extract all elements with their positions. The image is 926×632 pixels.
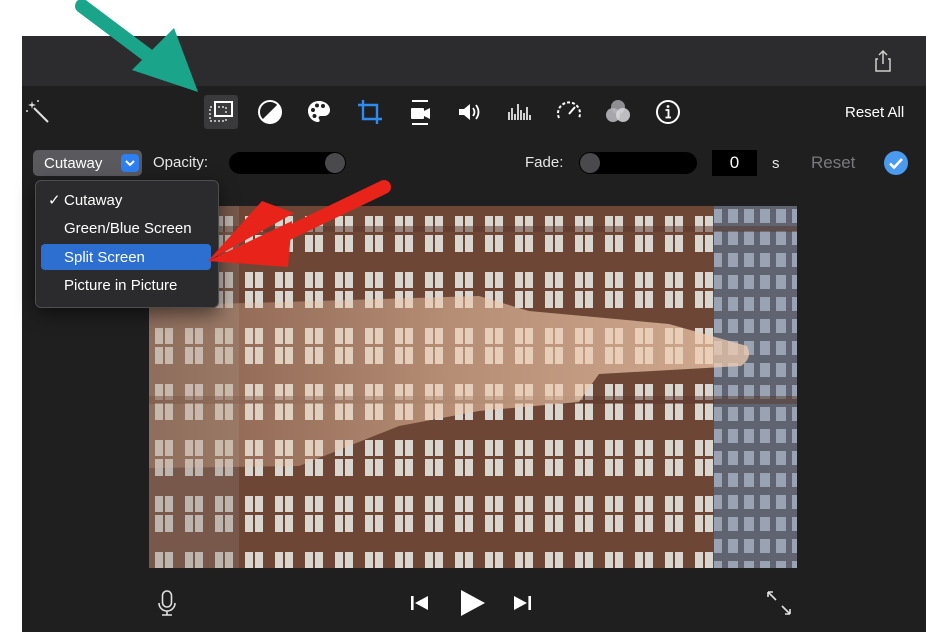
video-overlay-icon bbox=[209, 101, 233, 122]
menu-item-label: Cutaway bbox=[64, 192, 123, 209]
skip-back-icon[interactable] bbox=[402, 586, 436, 620]
microphone-icon[interactable] bbox=[150, 586, 184, 620]
info-icon[interactable] bbox=[654, 98, 682, 126]
overlay-controls: Cutaway Opacity: Fade: 0 s Reset bbox=[22, 140, 926, 184]
fade-unit-label: s bbox=[772, 155, 780, 172]
menu-item-picture-in-picture[interactable]: Picture in Picture bbox=[41, 272, 211, 298]
chevron-down-icon bbox=[121, 154, 139, 172]
menu-item-label: Split Screen bbox=[64, 249, 145, 266]
fullscreen-icon[interactable] bbox=[762, 586, 796, 620]
opacity-slider-knob[interactable] bbox=[325, 153, 345, 173]
fade-slider[interactable] bbox=[579, 152, 697, 174]
checkmark-icon bbox=[889, 158, 903, 170]
checkmark-icon: ✓ bbox=[48, 192, 61, 209]
fade-slider-knob[interactable] bbox=[580, 153, 600, 173]
menu-item-green-blue-screen[interactable]: Green/Blue Screen bbox=[41, 215, 211, 241]
fade-label: Fade: bbox=[525, 154, 564, 171]
skip-forward-icon[interactable] bbox=[506, 586, 540, 620]
share-icon[interactable] bbox=[870, 48, 896, 74]
reset-button[interactable]: Reset bbox=[811, 153, 855, 173]
playback-bar bbox=[22, 576, 926, 632]
green-annotation-arrow bbox=[75, 0, 198, 92]
menu-item-split-screen[interactable]: Split Screen bbox=[41, 244, 211, 270]
opacity-label: Opacity: bbox=[153, 154, 209, 171]
play-icon[interactable] bbox=[454, 586, 488, 620]
speed-icon[interactable] bbox=[555, 98, 583, 126]
menu-item-label: Green/Blue Screen bbox=[64, 220, 192, 237]
fade-duration-field[interactable]: 0 bbox=[712, 150, 757, 176]
overlay-mode-menu: ✓ Cutaway Green/Blue Screen Split Screen… bbox=[35, 180, 219, 308]
overlay-mode-select[interactable]: Cutaway bbox=[33, 150, 142, 176]
equalizer-icon[interactable] bbox=[505, 98, 533, 126]
reset-all-button[interactable]: Reset All bbox=[845, 104, 904, 121]
stabilization-icon[interactable] bbox=[406, 98, 434, 126]
crop-icon[interactable] bbox=[356, 98, 384, 126]
video-overlay-button[interactable] bbox=[204, 95, 238, 129]
opacity-slider[interactable] bbox=[229, 152, 346, 174]
clip-filter-icon[interactable] bbox=[604, 98, 632, 126]
menu-item-cutaway[interactable]: ✓ Cutaway bbox=[41, 187, 211, 213]
overlay-mode-value: Cutaway bbox=[44, 155, 103, 172]
red-annotation-arrow bbox=[208, 180, 391, 267]
magic-wand-icon[interactable] bbox=[24, 98, 52, 126]
imovie-window: Reset All Cutaway Opacity: Fade: 0 s Res… bbox=[22, 36, 926, 632]
menu-item-label: Picture in Picture bbox=[64, 277, 178, 294]
color-palette-icon[interactable] bbox=[305, 98, 333, 126]
volume-icon[interactable] bbox=[456, 98, 484, 126]
color-balance-icon[interactable] bbox=[256, 98, 284, 126]
apply-checkmark-button[interactable] bbox=[884, 151, 908, 175]
